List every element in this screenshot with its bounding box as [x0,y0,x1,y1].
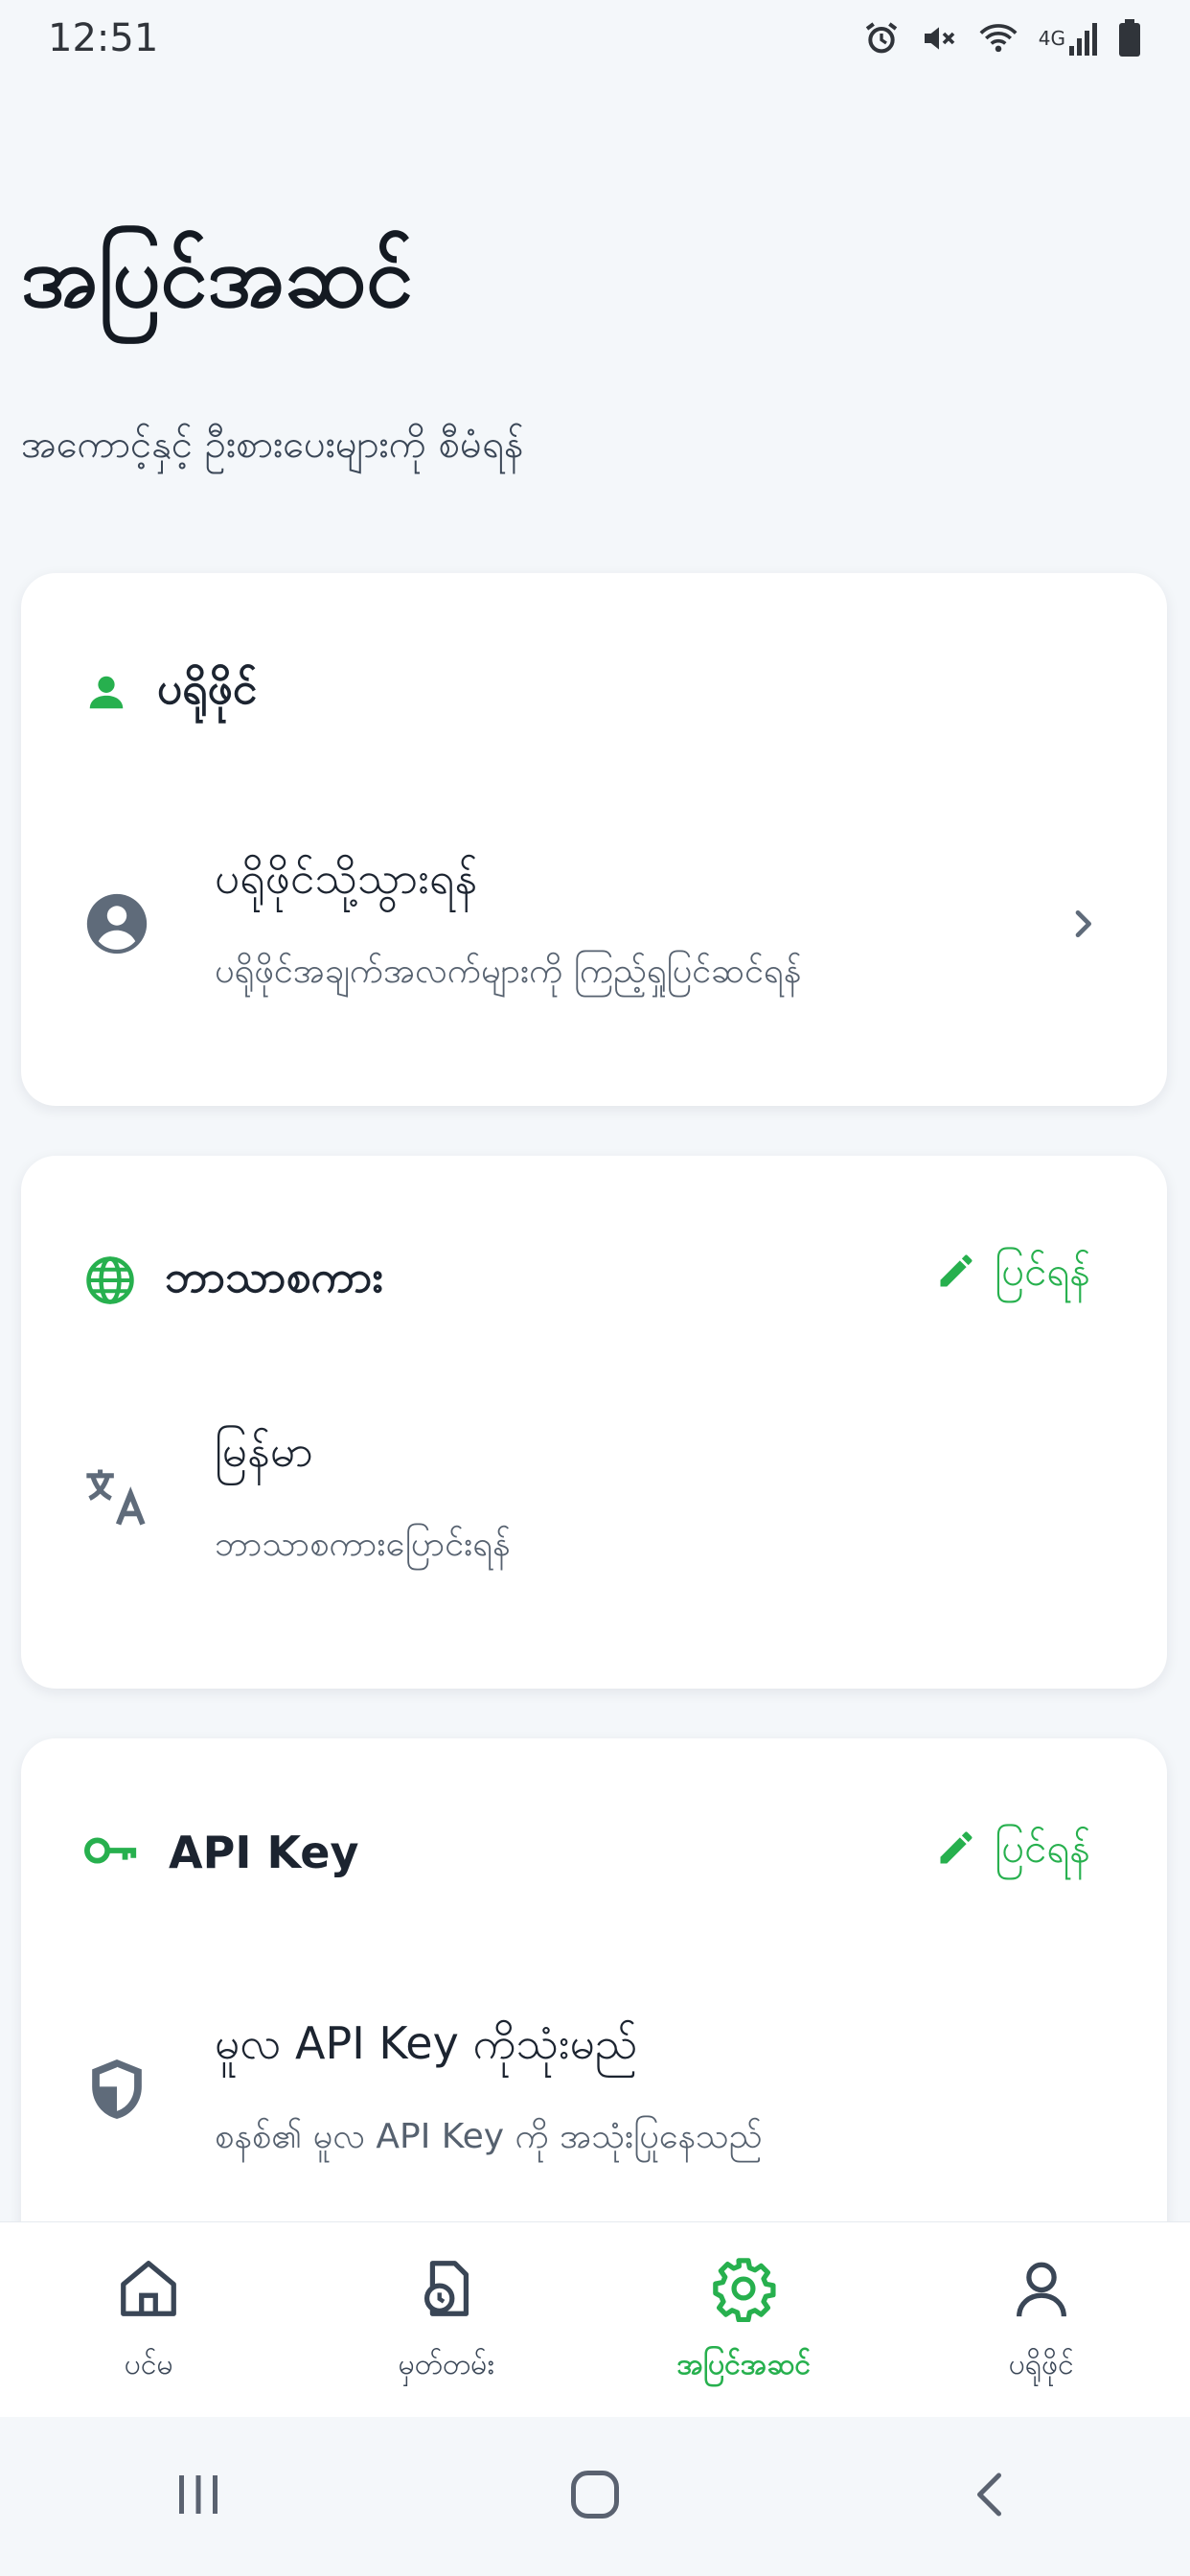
api-key-card: API Key ပြင်ရန် မူလ API Key ကိုသုံးမည် စ… [21,1738,1167,2275]
chevron-right-icon [1064,905,1102,947]
nav-home[interactable]: ပင်မ [0,2222,298,2418]
language-card-header: ဘာသာစကား [84,1250,383,1314]
alarm-icon [862,19,901,58]
nav-settings[interactable]: အပြင်အဆင် [595,2222,893,2418]
nav-settings-label: အပြင်အဆင် [676,2348,811,2381]
api-key-card-header: API Key [84,1827,358,1878]
language-current: မြန်မာ [215,1425,314,1477]
bottom-nav: ပင်မ မှတ်တမ်း အပြင်အဆင် ပရိုဖိုင် [0,2221,1190,2418]
status-bar: 12:51 4G [0,0,1190,77]
nav-home-label: ပင်မ [124,2348,173,2381]
nav-profile-label: ပရိုဖိုင် [1008,2348,1074,2381]
language-edit-button[interactable]: ပြင်ရန် [935,1246,1090,1305]
profile-link-row[interactable]: ပရိုဖိုင်သို့သွားရန် ပရိုဖိုင်အချက်အလက်မ… [77,851,1111,1000]
api-key-title: မူလ API Key ကိုသုံးမည် [215,2017,638,2069]
language-edit-label: ပြင်ရန် [994,1248,1090,1295]
pencil-icon [935,1250,977,1301]
translate-icon [80,1460,153,1537]
page-subtitle: အကောင့်နှင့် ဦးစားပေးများကို စီမံရန် [21,423,524,467]
history-icon [413,2255,480,2326]
recents-icon[interactable] [170,2468,227,2525]
home-icon [115,2255,182,2326]
language-row[interactable]: မြန်မာ ဘာသာစကားပြောင်းရန် [77,1424,1111,1573]
profile-card: ပရိုဖိုင် ပရိုဖိုင်သို့သွားရန် ပရိုဖိုင်… [21,573,1167,1106]
profile-link-title: ပရိုဖိုင်သို့သွားရန် [215,852,478,904]
network-type: 4G [1038,27,1065,50]
api-key-row[interactable]: မူလ API Key ကိုသုံးမည် စနစ်၏ မူလ API Key… [77,2016,1111,2165]
status-time: 12:51 [48,16,159,60]
battery-icon [1117,19,1142,58]
api-key-edit-button[interactable]: ပြင်ရန် [935,1823,1090,1882]
language-card: ဘာသာစကား ပြင်ရန် မြန်မာ ဘာသာစကားပြောင်းရ… [21,1156,1167,1689]
back-icon[interactable] [963,2468,1020,2525]
api-key-edit-label: ပြင်ရန် [994,1825,1090,1872]
nav-profile[interactable]: ပရိုဖိုင် [893,2222,1190,2418]
globe-icon [84,1254,136,1310]
pencil-icon [935,1827,977,1878]
key-icon [84,1831,140,1874]
nav-history-label: မှတ်တမ်း [398,2348,494,2381]
profile-card-header: ပရိုဖိုင် [84,661,257,725]
home-button-icon[interactable] [566,2468,624,2525]
api-key-card-title: API Key [169,1827,359,1878]
account-circle-icon [84,891,149,960]
wifi-icon [977,19,1019,58]
mute-icon [920,19,958,58]
shield-icon [87,2056,147,2127]
gear-icon [710,2255,777,2326]
status-icons: 4G [862,19,1142,58]
api-key-subtitle: စနစ်၏ မူလ API Key ကို အသုံးပြုနေသည် [215,2117,763,2156]
page-title: အပြင်အဆင် [21,227,414,326]
language-subtitle: ဘာသာစကားပြောင်းရန် [215,1525,511,1564]
nav-history[interactable]: မှတ်တမ်း [298,2222,596,2418]
person-icon [84,670,128,718]
person-icon [1008,2255,1075,2326]
profile-card-title: ပရိုဖိုင် [157,662,258,714]
system-nav-bar [0,2417,1190,2576]
signal-icon: 4G [1039,19,1098,58]
profile-link-subtitle: ပရိုဖိုင်အချက်အလက်များကို ကြည့်ရှုပြင်ဆင… [215,952,802,991]
language-card-title: ဘာသာစကား [165,1251,384,1302]
